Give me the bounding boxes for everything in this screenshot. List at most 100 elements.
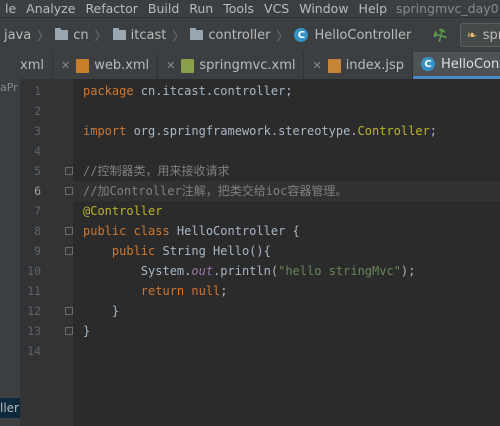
build-hammer-icon[interactable]: ⚒: [430, 23, 452, 47]
code-text: //加Controller注解，把类交给ioc容器管理。: [83, 181, 347, 201]
breadcrumb-label: cn: [73, 27, 89, 43]
line-number: 11: [27, 284, 41, 298]
fold-marker-icon[interactable]: [65, 327, 73, 335]
code-line[interactable]: @Controller: [73, 201, 500, 221]
code-line[interactable]: [73, 341, 500, 361]
tab-web-xml[interactable]: ✕ web.xml: [53, 52, 159, 79]
menu-analyze[interactable]: Analyze: [21, 1, 80, 16]
code-token: org.springframework.stereotype.: [133, 124, 358, 138]
code-text: public class HelloController {: [83, 221, 300, 241]
code-token: "hello stringMvc": [278, 264, 401, 278]
menu-tools[interactable]: Tools: [218, 1, 259, 16]
code-text: //控制器类，用来接收请求: [83, 161, 229, 181]
code-line[interactable]: }: [73, 301, 500, 321]
code-token: System.: [83, 264, 192, 278]
class-icon: C: [294, 28, 309, 42]
menu-refactor[interactable]: Refactor: [80, 1, 142, 16]
code-token: );: [400, 264, 416, 278]
code-token: public: [111, 244, 163, 258]
tab-springmvc-xml[interactable]: ✕ springmvc.xml: [158, 52, 305, 79]
code-text: public String Hello(){: [83, 241, 271, 261]
line-number: 13: [27, 324, 41, 338]
breadcrumb-cn[interactable]: cn 〉: [55, 27, 112, 44]
menu-help[interactable]: Help: [354, 1, 393, 16]
code-line[interactable]: System.out.println("hello stringMvc");: [73, 261, 500, 281]
code-text: import org.springframework.stereotype.Co…: [83, 121, 437, 141]
close-icon[interactable]: ✕: [61, 59, 70, 72]
tab-index-jsp[interactable]: ✕ index.jsp: [304, 52, 414, 79]
breadcrumb-controller[interactable]: controller 〉: [190, 27, 294, 44]
line-number: 7: [34, 204, 41, 218]
code-token: return null: [140, 284, 221, 298]
code-line[interactable]: [73, 141, 500, 161]
code-line[interactable]: //控制器类，用来接收请求: [73, 161, 500, 181]
xml-file-icon: [76, 58, 90, 73]
breadcrumb-label: itcast: [130, 27, 167, 43]
code-line[interactable]: [73, 101, 500, 121]
menu-vcs[interactable]: VCS: [259, 1, 294, 16]
code-text: }: [83, 301, 119, 321]
code-text: }: [83, 321, 90, 341]
breadcrumb-label: controller: [208, 27, 271, 43]
tab-label: HelloControll: [441, 56, 500, 72]
breadcrumb-hellocontroller[interactable]: C HelloController: [294, 28, 411, 43]
code-line[interactable]: public String Hello(){: [73, 241, 500, 261]
code-line[interactable]: }: [73, 321, 500, 341]
menu-file[interactable]: le: [0, 1, 21, 16]
chevron-right-icon: 〉: [37, 28, 50, 43]
code-line[interactable]: package cn.itcast.controller;: [73, 81, 500, 101]
code-token: }: [83, 304, 120, 318]
chevron-right-icon: 〉: [276, 28, 289, 43]
code-token: //加Controller注解，把类交给ioc容器管理。: [83, 184, 348, 198]
close-icon[interactable]: ✕: [166, 59, 175, 72]
line-number-gutter: 1 2 3 4 5 6 7 8 9 10 11 12 13 14: [21, 79, 73, 426]
line-number: 4: [34, 144, 41, 158]
fold-marker-icon[interactable]: [65, 307, 73, 315]
code-line[interactable]: //加Controller注解，把类交给ioc容器管理。: [73, 181, 500, 201]
chevron-right-icon: 〉: [172, 28, 185, 43]
fold-marker-icon[interactable]: [65, 187, 73, 195]
code-line[interactable]: return null;: [73, 281, 500, 301]
close-icon[interactable]: ✕: [312, 59, 321, 72]
class-icon: C: [421, 57, 436, 71]
breadcrumb-java[interactable]: java 〉: [4, 27, 55, 44]
code-token: ;: [429, 124, 438, 138]
line-number: 3: [34, 124, 41, 138]
code-line[interactable]: public class HelloController {: [73, 221, 500, 241]
code-token: }: [83, 324, 91, 338]
project-panel: aPr ller: [0, 79, 21, 426]
spring-icon: ❧: [466, 28, 477, 42]
line-number: 10: [27, 264, 41, 278]
fold-marker-icon[interactable]: [65, 227, 73, 235]
folder-icon: [55, 28, 69, 40]
line-number: 9: [34, 244, 41, 258]
code-token: @Controller: [83, 204, 163, 218]
project-tree-selected-item[interactable]: ller: [0, 398, 20, 418]
code-text: System.out.println("hello stringMvc");: [83, 261, 416, 281]
menu-window[interactable]: Window: [294, 1, 353, 16]
folder-icon: [190, 28, 204, 40]
fold-marker-icon[interactable]: [65, 247, 73, 255]
run-configuration-select[interactable]: ❧ springmvc ▼: [459, 23, 500, 47]
tab-label: springmvc.xml: [199, 58, 296, 73]
code-token: String Hello(){: [162, 244, 271, 258]
code-line[interactable]: import org.springframework.stereotype.Co…: [73, 121, 500, 141]
line-number: 12: [27, 304, 41, 318]
menu-run[interactable]: Run: [184, 1, 218, 16]
chevron-right-icon: 〉: [94, 28, 107, 43]
menu-build[interactable]: Build: [143, 1, 184, 16]
breadcrumb-itcast[interactable]: itcast 〉: [112, 27, 191, 44]
spring-xml-file-icon: [181, 58, 195, 73]
project-panel-label: aPr: [0, 81, 18, 94]
code-token: //控制器类，用来接收请求: [83, 164, 230, 178]
fold-marker-icon[interactable]: [65, 167, 73, 175]
code-token: Controller: [357, 124, 430, 138]
tab-xml[interactable]: xml: [0, 52, 53, 79]
code-token: cn.itcast.controller;: [140, 84, 293, 98]
tab-hellocontroller[interactable]: C HelloControll: [413, 52, 500, 79]
code-text: package cn.itcast.controller;: [83, 81, 293, 101]
code-editor[interactable]: package cn.itcast.controller; import org.…: [73, 79, 500, 426]
line-number: 14: [27, 344, 41, 358]
